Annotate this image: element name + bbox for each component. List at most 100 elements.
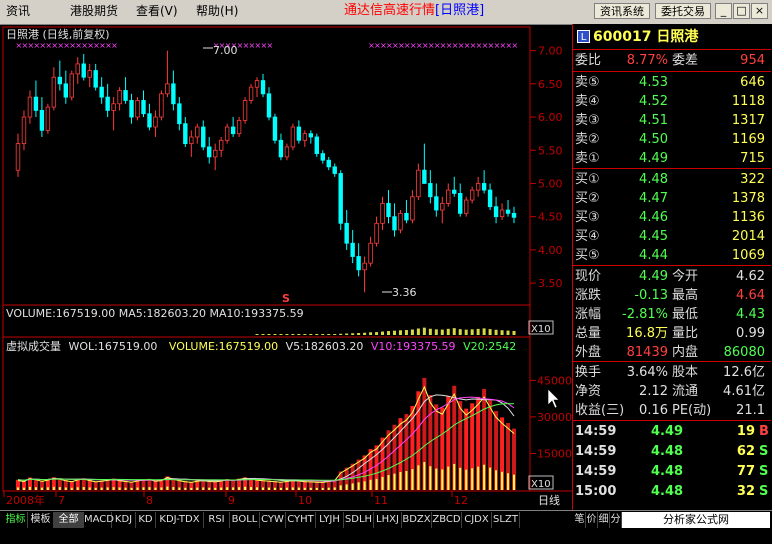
candle [290,123,296,151]
mini-volume-bar [357,333,361,335]
detail-tab-2[interactable]: 细 [598,512,610,528]
tab-cjdx[interactable]: CJDX [462,512,492,528]
menu-bar: 资讯 港股期货 查看(V) 帮助(H) 通达信高速行情[日照港] 资讯系统 委托… [0,0,772,25]
candle [368,236,373,267]
bid-row[interactable]: 买① 4.48 322 [573,171,771,188]
date-label: 11 [374,494,388,507]
candle [320,150,325,164]
ask-row[interactable]: 卖④ 4.52 1118 [573,93,771,110]
tab-bdzx[interactable]: BDZX [402,512,432,528]
tab-lhxj[interactable]: LHXJ [374,512,402,528]
candle [123,77,128,104]
tab-kdj-tdx[interactable]: KDJ-TDX [156,512,204,528]
tick-time: 14:59 [575,444,617,459]
tick-volume: 19 [736,424,755,439]
quote-stat-label-2: 量比 [672,326,699,341]
bid-row[interactable]: 买⑤ 4.44 1069 [573,247,771,264]
menu-hk-futures[interactable]: 港股期货 [70,3,118,19]
volume-inner-bar [489,467,492,490]
tab-macd[interactable]: MACD [84,512,114,528]
tab-lyjh[interactable]: LYJH [316,512,344,528]
ask-volume: 1317 [731,113,765,128]
tab-指标[interactable]: 指标 [4,512,28,528]
ask-row[interactable]: 卖② 4.50 1169 [573,131,771,148]
candle [350,229,355,264]
tab-全部[interactable]: 全部 [54,512,84,528]
signal-markers: × × × × × × × × × × × × × × × × × × × × × × × × × × × × × × × × × × × × × × × ×… [16,41,519,50]
price-tick-label: 4.00 [538,244,563,257]
tick-time: 15:00 [575,484,617,499]
tab-模板[interactable]: 模板 [28,512,54,528]
volume-tick-label: 30000 [537,411,572,424]
candle [141,90,146,118]
volume-inner-bar [267,487,270,490]
kline-chart[interactable]: 日照港 (日线,前复权) × × × × × × × × × × × × × × × × × × × × × × × × × × ×… [0,24,572,510]
divider [573,265,771,266]
candle [183,117,188,147]
minimize-icon[interactable]: _ [715,3,732,19]
volume-inner-bar [501,471,504,490]
mini-volume-bar [369,332,373,335]
info-system-button[interactable]: 资讯系统 [594,3,650,19]
quote-stat-value-2: 4.64 [736,288,765,303]
bid-volume: 1069 [731,248,765,263]
volume-inner-bar [64,487,67,490]
bid-label: 买③ [575,210,600,225]
app-window: 资讯 港股期货 查看(V) 帮助(H) 通达信高速行情[日照港] 资讯系统 委托… [0,0,772,542]
volume-inner-bar [441,469,444,490]
date-label: 9 [228,494,235,507]
fund-stat-row: 净资 2.12 流通 4.61亿 [573,383,771,400]
close-icon[interactable]: × [751,3,768,19]
volume-inner-bar [244,486,247,490]
tab-zbcd[interactable]: ZBCD [432,512,462,528]
signal-marker-icon: × [512,41,519,50]
ask-volume: 1118 [731,94,765,109]
menu-help[interactable]: 帮助(H) [196,3,238,19]
tab-sdlh[interactable]: SDLH [344,512,374,528]
volume-inner-bar [333,487,336,490]
tab-rsi[interactable]: RSI [204,512,230,528]
bid-row[interactable]: 买② 4.47 1378 [573,190,771,207]
tab-kd[interactable]: KD [136,512,156,528]
tab-slzt[interactable]: SLZT [492,512,520,528]
tab-kdj[interactable]: KDJ [112,512,136,528]
candle [177,97,182,131]
tick-row: 14:59 4.48 62 S [573,443,771,461]
maximize-icon[interactable]: □ [733,3,750,19]
menu-view[interactable]: 查看(V) [136,3,178,19]
quote-stat-value: -2.81% [622,307,668,322]
volume-legend-text: VOLUME:167519.00 MA5:182603.20 MA10:1933… [6,307,304,320]
ask-label: 卖③ [575,113,600,128]
tab-cyht[interactable]: CYHT [286,512,316,528]
candle [33,80,39,118]
ask-row[interactable]: 卖⑤ 4.53 646 [573,74,771,91]
fund-stat-label: 收益(三) [575,403,625,418]
volume-inner-bar [297,487,300,490]
volume-legend: VOLUME:167519.00 MA5:182603.20 MA10:1933… [6,307,304,320]
trade-button[interactable]: 委托交易 [655,3,711,19]
candle [475,176,481,197]
ask-price: 4.49 [639,151,668,166]
candle [213,143,218,171]
ask-row[interactable]: 卖① 4.49 715 [573,150,771,167]
price-tick-label: 4.50 [538,211,563,224]
menu-info[interactable]: 资讯 [6,3,30,19]
detail-tab-1[interactable]: 价 [586,512,598,528]
bid-row[interactable]: 买④ 4.45 2014 [573,228,771,245]
candle [440,196,445,224]
detail-tab-3[interactable]: 分 [610,512,622,528]
ask-row[interactable]: 卖③ 4.51 1317 [573,112,771,129]
ask-volume: 1169 [731,132,765,147]
detail-tab-0[interactable]: 笔 [574,512,586,528]
candle [195,123,200,144]
tab-boll[interactable]: BOLL [230,512,260,528]
candle [129,93,134,124]
period-label[interactable]: 日线 [538,493,560,507]
volume-inner-bar [345,484,348,490]
tab-cyw[interactable]: CYW [260,512,286,528]
volume-inner-bar [477,466,480,490]
bid-row[interactable]: 买③ 4.46 1136 [573,209,771,226]
volume-inner-bar [202,487,205,490]
volume-inner-bar [483,464,486,490]
sell-signal-marker: S [282,292,290,305]
